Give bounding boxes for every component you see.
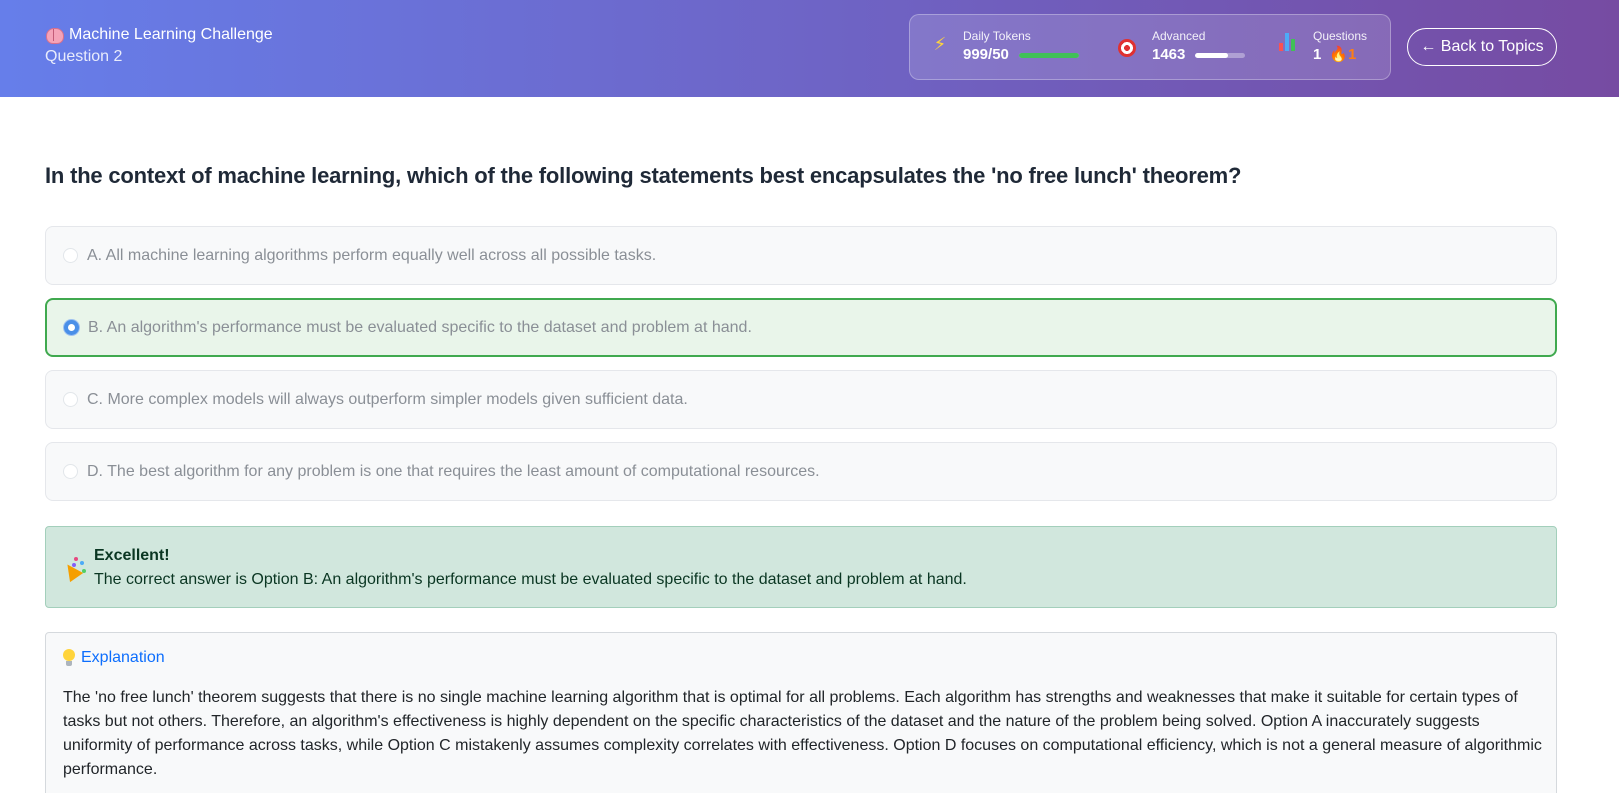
result-alert: Excellent! The correct answer is Option … <box>45 526 1557 608</box>
brand: Machine Learning Challenge Question 2 <box>45 24 273 68</box>
stat-questions: Questions 1 🔥1 <box>1313 28 1367 66</box>
option-label: A. All machine learning algorithms perfo… <box>87 246 657 264</box>
option-d[interactable]: D. The best algorithm for any problem is… <box>45 442 1557 501</box>
result-text: The correct answer is Option B: An algor… <box>94 571 967 588</box>
target-icon <box>1118 39 1136 57</box>
option-radio[interactable] <box>63 464 78 479</box>
stat-label: Daily Tokens <box>963 29 1031 43</box>
bar-chart-icon <box>1279 33 1301 55</box>
stat-daily-tokens: Daily Tokens 999/50 <box>963 28 1079 66</box>
stat-level: Advanced 1463 <box>1152 28 1246 66</box>
stat-value: 1463 <box>1152 46 1186 63</box>
lightning-icon: ⚡ <box>933 34 947 54</box>
streak-count: 1 <box>1348 46 1357 63</box>
app-title: Machine Learning Challenge <box>45 24 273 46</box>
explanation-text: The 'no free lunch' theorem suggests tha… <box>63 689 1542 778</box>
option-label: D. The best algorithm for any problem is… <box>87 462 820 480</box>
stats-panel: ⚡ Daily Tokens 999/50 Advanced 1463 Ques… <box>909 14 1391 80</box>
level-progress-fill <box>1195 52 1228 58</box>
explanation-title[interactable]: Explanation <box>81 649 165 667</box>
stat-label: Advanced <box>1152 29 1206 43</box>
back-to-topics-button[interactable]: ← Back to Topics <box>1407 28 1557 66</box>
stat-value: 999/50 <box>963 46 1009 63</box>
option-radio[interactable] <box>63 248 78 263</box>
stat-label: Questions <box>1313 29 1368 43</box>
option-label: B. An algorithm's performance must be ev… <box>88 318 752 336</box>
stat-value: 1 <box>1313 46 1322 63</box>
streak-badge: 🔥1 <box>1329 44 1356 66</box>
option-radio[interactable] <box>64 320 79 335</box>
option-b[interactable]: B. An algorithm's performance must be ev… <box>45 298 1557 357</box>
lightbulb-icon <box>63 649 75 667</box>
tokens-progress-bar <box>1018 52 1079 58</box>
result-title: Excellent! <box>94 547 170 564</box>
app-header: Machine Learning Challenge Question 2 ⚡ … <box>0 0 1619 97</box>
explanation-header[interactable]: Explanation <box>63 649 165 667</box>
explanation-panel: Explanation The 'no free lunch' theorem … <box>45 632 1557 793</box>
brain-icon <box>45 26 65 44</box>
option-a[interactable]: A. All machine learning algorithms perfo… <box>45 226 1557 285</box>
level-progress-bar <box>1195 52 1246 58</box>
fire-icon: 🔥 <box>1329 46 1349 63</box>
tokens-progress-fill <box>1018 52 1079 58</box>
option-c[interactable]: C. More complex models will always outpe… <box>45 370 1557 429</box>
question-text: In the context of machine learning, whic… <box>45 163 1242 188</box>
option-label: C. More complex models will always outpe… <box>87 390 688 408</box>
app-title-text: Machine Learning Challenge <box>69 26 273 43</box>
option-radio[interactable] <box>63 392 78 407</box>
party-popper-icon <box>62 555 88 581</box>
question-number: Question 2 <box>45 48 123 65</box>
